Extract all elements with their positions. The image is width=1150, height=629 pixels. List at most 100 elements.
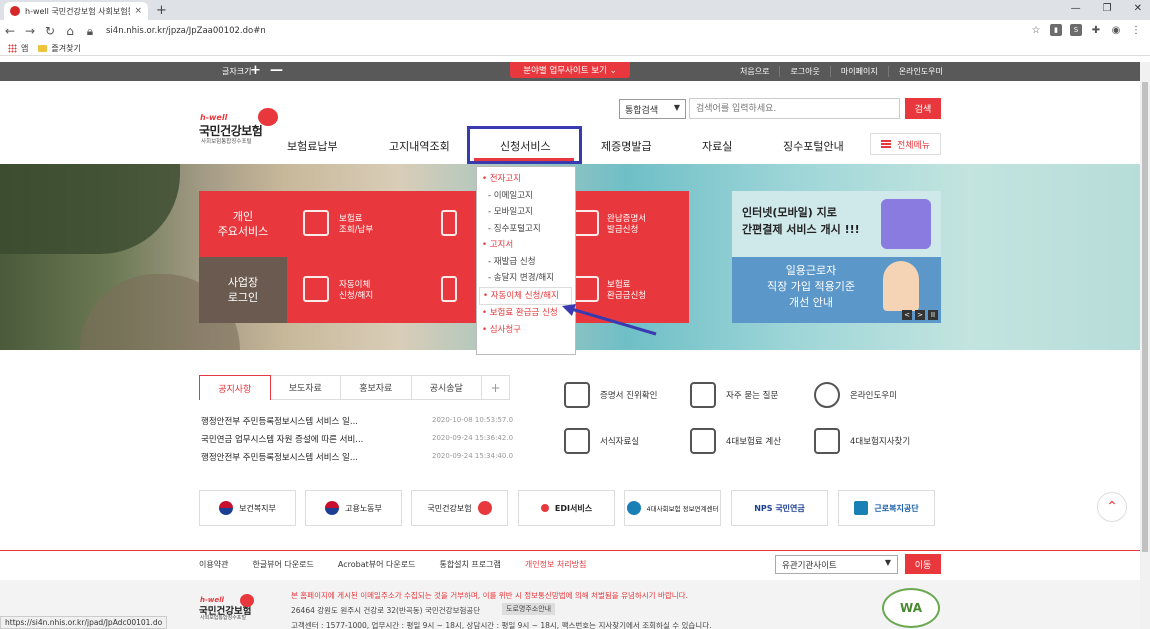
partner-4insurance[interactable]: 4대사회보험 정보연계센터: [624, 490, 721, 526]
logout-link[interactable]: 로그아웃: [779, 66, 829, 77]
tab-public-notice[interactable]: 공시송달: [411, 375, 482, 400]
nav-library[interactable]: 자료실: [702, 138, 732, 154]
notice-item[interactable]: 국민연금 업무시스템 자원 증설에 따른 서비...: [201, 433, 363, 445]
browser-tab[interactable]: h-well 국민건강보험 사회보험통 ×: [4, 2, 148, 20]
puzzle-icon[interactable]: ✚: [1090, 24, 1102, 36]
back-icon[interactable]: ←: [0, 24, 20, 38]
premium-inquiry-link[interactable]: 보험료 조회/납부: [339, 214, 373, 236]
search-button[interactable]: 검색: [905, 98, 941, 119]
hwp-viewer-link[interactable]: 한글뷰어 다운로드: [252, 559, 337, 570]
quicklink-faq[interactable]: 자주 묻는 질문: [690, 382, 778, 408]
apps-grid-icon[interactable]: [8, 44, 17, 53]
promo-banner-dayworker[interactable]: 일용근로자 직장 가입 적용기준 개선 안내 < > II: [732, 257, 941, 323]
bookmark-star-icon[interactable]: ☆: [1030, 24, 1042, 36]
browser-tab-bar: [0, 0, 1150, 20]
reload-icon[interactable]: ↻: [40, 24, 60, 38]
tab-press[interactable]: 보도자료: [270, 375, 341, 400]
installer-link[interactable]: 통합설치 프로그램: [439, 559, 524, 570]
online-help-link[interactable]: 온라인도우미: [887, 66, 953, 77]
certificate-icon[interactable]: [573, 210, 599, 236]
nav-premium-payment[interactable]: 보험료납부: [287, 138, 338, 154]
profile-icon[interactable]: ◉: [1110, 24, 1122, 36]
new-tab-button[interactable]: +: [156, 3, 167, 18]
check-document-icon[interactable]: [441, 276, 457, 302]
lock-icon[interactable]: 🔒︎: [80, 24, 100, 39]
maximize-icon[interactable]: ❐: [1103, 3, 1112, 14]
quicklink-calculator[interactable]: 4대보험료 계산: [690, 428, 781, 454]
font-decrease-button[interactable]: —: [270, 63, 283, 78]
partner-mohw[interactable]: 보건복지부: [199, 490, 296, 526]
nav-certificate[interactable]: 제증명발급: [601, 138, 652, 154]
quicklink-online-help[interactable]: 온라인도우미: [814, 382, 897, 408]
notice-item[interactable]: 행정안전부 주민등록정보시스템 서비스 일...: [201, 451, 358, 463]
search-scope-select[interactable]: 통합검색 ▼: [619, 99, 686, 119]
business-login-tab[interactable]: 사업장 로그인: [199, 257, 287, 323]
extension-s-icon[interactable]: S: [1070, 24, 1082, 36]
close-window-icon[interactable]: ✕: [1134, 3, 1142, 14]
menu-email-notice[interactable]: - 이메일고지: [482, 188, 575, 205]
menu-bill[interactable]: 고지서: [482, 237, 575, 254]
tab-notice[interactable]: 공지사항: [199, 375, 271, 400]
go-button[interactable]: 이동: [905, 554, 941, 574]
premium-inquiry-icon[interactable]: [303, 210, 329, 236]
promo-banner-giro[interactable]: 인터넷(모바일) 지로 간편결제 서비스 개시 !!!: [732, 191, 941, 257]
scrollbar-thumb[interactable]: [1142, 82, 1148, 552]
menu-portal-notice[interactable]: - 징수포털고지: [482, 221, 575, 238]
banner-prev-icon[interactable]: <: [902, 310, 912, 320]
site-select-button[interactable]: 분야별 업무사이트 보기 ⌄: [510, 62, 630, 78]
minimize-icon[interactable]: —: [1071, 3, 1081, 14]
more-icon[interactable]: ⋮: [1130, 24, 1142, 36]
menu-address-change[interactable]: - 송달지 변경/해지: [482, 270, 575, 287]
related-sites-select[interactable]: 유관기관사이트 ▼: [775, 555, 898, 574]
more-notices-button[interactable]: +: [482, 375, 510, 400]
extension-icons: ☆ ▮ S ✚ ◉ ⋮: [1030, 24, 1142, 36]
font-increase-button[interactable]: +: [250, 63, 261, 78]
quicklink-label: 증명서 진위확인: [600, 391, 658, 401]
page-scrollbar[interactable]: [1140, 62, 1150, 629]
search-input[interactable]: [689, 98, 900, 119]
quicklink-branch-finder[interactable]: 4대보험지사찾기: [814, 428, 910, 454]
acrobat-viewer-link[interactable]: Acrobat뷰어 다운로드: [338, 559, 440, 570]
road-address-button[interactable]: 도로명주소안내: [502, 603, 556, 615]
partner-nps[interactable]: NPS 국민연금: [731, 490, 828, 526]
nav-portal-guide[interactable]: 징수포털안내: [783, 138, 844, 154]
logo-brand[interactable]: h-well: [200, 113, 227, 122]
partner-nhis[interactable]: 국민건강보험: [411, 490, 508, 526]
terms-link[interactable]: 이용약관: [199, 559, 252, 570]
menu-reissue[interactable]: - 재발급 신청: [482, 254, 575, 271]
menu-auto-transfer[interactable]: 자동이체 신청/해지: [479, 286, 572, 305]
home-link[interactable]: 처음으로: [730, 66, 779, 77]
all-menu-button[interactable]: 전체메뉴: [870, 133, 941, 155]
menu-e-notice[interactable]: 전자고지: [482, 171, 575, 188]
partner-comwel[interactable]: 근로복지공단: [838, 490, 935, 526]
notice-item[interactable]: 행정안전부 주민등록정보시스템 서비스 일...: [201, 415, 358, 427]
favorites-link[interactable]: 즐겨찾기: [51, 43, 80, 54]
forward-icon[interactable]: →: [20, 24, 40, 38]
quicklink-verify-cert[interactable]: 증명서 진위확인: [564, 382, 657, 408]
personal-services-tab[interactable]: 개인 주요서비스: [199, 191, 287, 257]
partner-edi[interactable]: EDI서비스: [518, 490, 615, 526]
partner-moel[interactable]: 고용노동부: [305, 490, 402, 526]
url-field[interactable]: si4n.nhis.or.kr/jpza/JpZaa00102.do#n: [106, 26, 266, 36]
banner-pause-icon[interactable]: II: [928, 310, 938, 320]
refund-icon[interactable]: [573, 276, 599, 302]
tab-close-icon[interactable]: ×: [134, 6, 142, 16]
extension-icon[interactable]: ▮: [1050, 24, 1062, 36]
notice-date: 2020-10-08 10:53:57.0: [432, 416, 514, 424]
privacy-policy-link[interactable]: 개인정보 처리방침: [525, 559, 610, 570]
auto-transfer-link[interactable]: 자동이체 신청/해지: [339, 280, 373, 302]
apps-link[interactable]: 앱: [21, 43, 28, 54]
document-icon[interactable]: [441, 210, 457, 236]
money-bag-icon[interactable]: [303, 276, 329, 302]
quicklink-forms[interactable]: 서식자료실: [564, 428, 639, 454]
nav-notice-history[interactable]: 고지내역조회: [389, 138, 450, 154]
tab-promo[interactable]: 홍보자료: [341, 375, 412, 400]
mypage-link[interactable]: 마이페이지: [829, 66, 888, 77]
menu-mobile-notice[interactable]: - 모바일고지: [482, 204, 575, 221]
home-icon[interactable]: ⌂: [60, 24, 80, 38]
folder-icon: [38, 45, 48, 52]
scroll-to-top-icon[interactable]: ⌃: [1097, 492, 1127, 522]
refund-request-link[interactable]: 보험료 환급금신청: [607, 280, 646, 302]
banner-next-icon[interactable]: >: [915, 310, 925, 320]
certificate-request-link[interactable]: 완납증명서 발급신청: [607, 214, 646, 236]
